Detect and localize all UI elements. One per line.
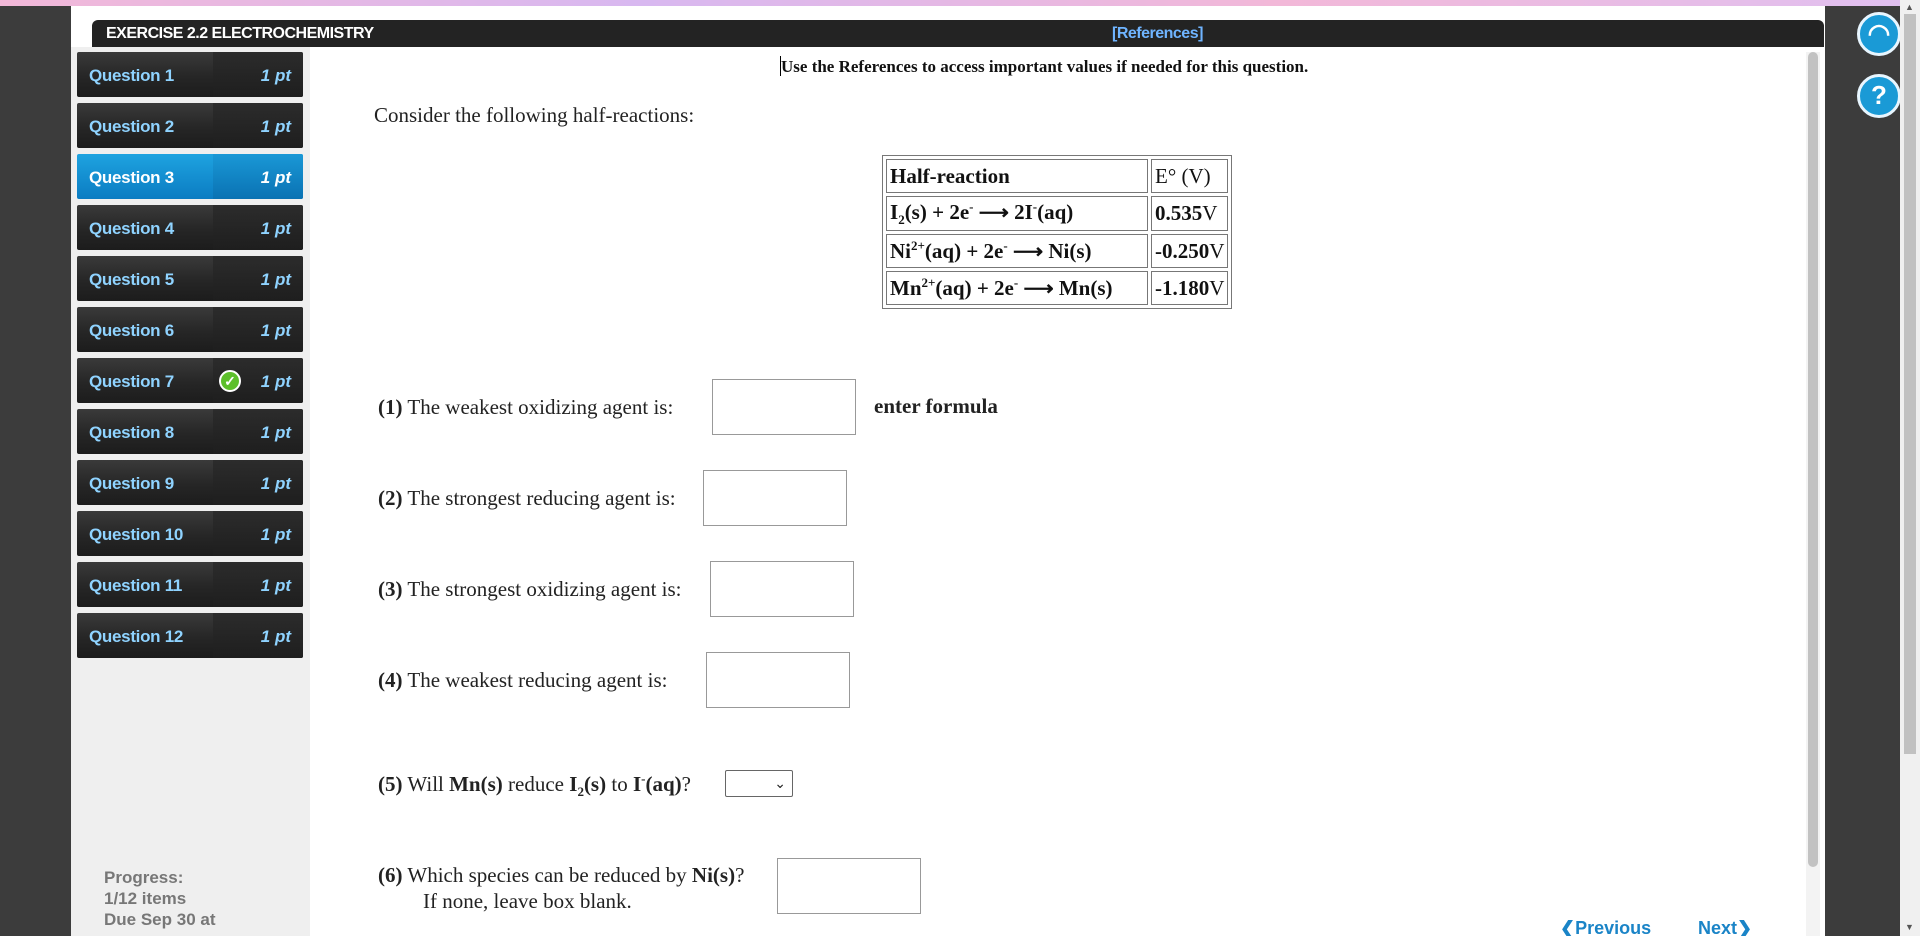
sidebar-question-7[interactable]: Question 7 ✓ 1 pt	[77, 358, 303, 403]
half-reaction-manganese: Mn2+(aq) + 2e- ⟶ Mn(s)	[886, 271, 1148, 306]
page-scrollbar[interactable]: ▲ ▼	[1900, 0, 1920, 936]
question-label: Question 5	[89, 270, 174, 289]
header-e-standard: E° (V)	[1151, 159, 1229, 193]
question-points: 1 pt	[260, 423, 291, 442]
answer-5-select[interactable]: ⌄	[725, 770, 793, 797]
exercise-title: EXERCISE 2.2 ELECTROCHEMISTRY	[106, 25, 374, 42]
progress-value: 1/12 items	[104, 889, 187, 908]
table-row: Mn2+(aq) + 2e- ⟶ Mn(s) -1.180V	[886, 271, 1229, 306]
enter-formula-hint: enter formula	[874, 394, 998, 418]
chevron-left-icon: ❮	[1560, 918, 1576, 936]
sidebar-question-12[interactable]: Question 12 1 pt	[77, 613, 303, 658]
question-points: 1 pt	[260, 66, 291, 85]
chevron-right-icon: ❯	[1737, 918, 1753, 936]
question-points: 1 pt	[260, 576, 291, 595]
exercise-title-bar: EXERCISE 2.2 ELECTROCHEMISTRY [Reference…	[92, 20, 1824, 47]
chevron-down-icon: ⌄	[774, 775, 786, 791]
question-label: Question 8	[89, 423, 174, 442]
scroll-down-icon[interactable]: ▼	[1905, 922, 1914, 932]
sidebar-question-10[interactable]: Question 10 1 pt	[77, 511, 303, 556]
question-3-prompt: (3) The strongest oxidizing agent is:	[378, 577, 682, 601]
page-scrollbar-thumb[interactable]	[1904, 14, 1916, 754]
question-label: Question 1	[89, 66, 174, 85]
question-intro: Consider the following half-reactions:	[374, 103, 695, 127]
answer-6-input[interactable]	[777, 858, 921, 914]
question-label: Question 6	[89, 321, 174, 340]
half-reaction-table: Half-reaction E° (V) I2(s) + 2e- ⟶ 2I-(a…	[882, 155, 1233, 310]
question-points: 1 pt	[260, 270, 291, 289]
sidebar-question-2[interactable]: Question 2 1 pt	[77, 103, 303, 148]
table-row: Ni2+(aq) + 2e- ⟶ Ni(s) -0.250V	[886, 234, 1229, 269]
question-2-prompt: (2) The strongest reducing agent is:	[378, 486, 676, 510]
header-half-reaction: Half-reaction	[886, 159, 1148, 193]
question-points: 1 pt	[260, 474, 291, 493]
question-label: Question 11	[89, 576, 183, 595]
sidebar-question-1[interactable]: Question 1 1 pt	[77, 52, 303, 97]
answer-1-input[interactable]	[712, 379, 856, 435]
e-value-nickel: -0.250V	[1151, 234, 1229, 269]
progress-summary: Progress: 1/12 items Due Sep 30 at	[104, 867, 216, 930]
sidebar-question-5[interactable]: Question 5 1 pt	[77, 256, 303, 301]
answer-2-input[interactable]	[703, 470, 847, 526]
question-4-prompt: (4) The weakest reducing agent is:	[378, 668, 668, 692]
question-label: Question 4	[89, 219, 174, 238]
question-points: 1 pt	[260, 372, 291, 391]
question-label: Question 12	[89, 627, 184, 646]
sidebar-question-11[interactable]: Question 11 1 pt	[77, 562, 303, 607]
question-points: 1 pt	[260, 627, 291, 646]
sidebar-question-9[interactable]: Question 9 1 pt	[77, 460, 303, 505]
sidebar-question-4[interactable]: Question 4 1 pt	[77, 205, 303, 250]
question-label: Question 7	[89, 372, 174, 391]
scroll-up-icon[interactable]: ▲	[1905, 2, 1914, 12]
sidebar-question-6[interactable]: Question 6 1 pt	[77, 307, 303, 352]
question-label: Question 9	[89, 474, 174, 493]
answer-4-input[interactable]	[706, 652, 850, 708]
headset-support-icon[interactable]: ◠	[1857, 12, 1901, 56]
e-value-manganese: -1.180V	[1151, 271, 1229, 306]
question-5-prompt: (5) Will Mn(s) reduce I2(s) to I-(aq)?	[378, 771, 691, 800]
question-label: Question 3	[89, 168, 174, 187]
question-6-prompt: (6) Which species can be reduced by Ni(s…	[378, 863, 745, 913]
sidebar-question-8[interactable]: Question 8 1 pt	[77, 409, 303, 454]
half-reaction-nickel: Ni2+(aq) + 2e- ⟶ Ni(s)	[886, 234, 1148, 269]
half-reaction-iodine: I2(s) + 2e- ⟶ 2I-(aq)	[886, 196, 1148, 232]
sidebar-question-3[interactable]: Question 3 1 pt	[77, 154, 303, 199]
question-points: 1 pt	[260, 117, 291, 136]
question-label: Question 2	[89, 117, 174, 136]
question-1-prompt: (1) The weakest oxidizing agent is:	[378, 395, 674, 419]
right-tool-bar	[1825, 6, 1900, 936]
references-note: Use the References to access important v…	[781, 57, 1309, 76]
question-points: 1 pt	[260, 168, 291, 187]
completed-check-icon: ✓	[219, 370, 241, 392]
e-value-iodine: 0.535V	[1151, 196, 1229, 232]
progress-label: Progress:	[104, 868, 184, 887]
next-link[interactable]: Next❯	[1698, 918, 1752, 936]
question-points: 1 pt	[260, 219, 291, 238]
table-row: I2(s) + 2e- ⟶ 2I-(aq) 0.535V	[886, 196, 1229, 232]
due-date: Due Sep 30 at	[104, 910, 216, 929]
help-question-icon[interactable]: ?	[1857, 74, 1901, 118]
question-points: 1 pt	[260, 321, 291, 340]
references-link[interactable]: [References]	[1112, 25, 1203, 43]
question-label: Question 10	[89, 525, 184, 544]
answer-3-input[interactable]	[710, 561, 854, 617]
content-scrollbar[interactable]	[1806, 52, 1820, 936]
table-header-row: Half-reaction E° (V)	[886, 159, 1229, 193]
question-sidebar: Question 1 1 pt Question 2 1 pt Question 3…	[71, 47, 310, 936]
content-scrollbar-thumb[interactable]	[1808, 52, 1818, 867]
previous-link[interactable]: ❮Previous	[1560, 918, 1651, 936]
question-points: 1 pt	[260, 525, 291, 544]
